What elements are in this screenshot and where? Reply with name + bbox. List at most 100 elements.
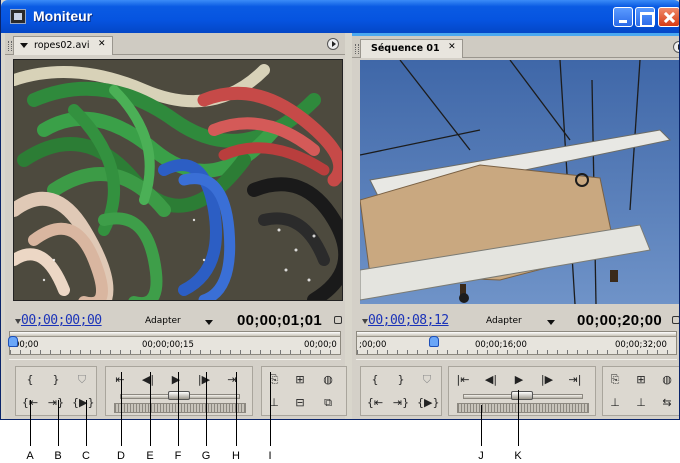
panel-menu-icon[interactable] xyxy=(327,38,339,50)
ruler-start-label: ;00;00 xyxy=(359,340,387,350)
loop-icon[interactable]: ⎘ xyxy=(605,371,625,389)
shuttle-knob[interactable] xyxy=(168,391,190,400)
ruler-end-label: 00;00;32;00 xyxy=(615,340,667,350)
program-playhead[interactable] xyxy=(429,336,439,347)
mark-in-icon[interactable]: { xyxy=(365,371,385,389)
program-duration: 00;00;20;00 xyxy=(577,312,663,329)
play-in-to-out-icon[interactable]: {▶} xyxy=(72,394,94,412)
program-fit-dropdown-icon[interactable] xyxy=(547,320,555,325)
source-fit-label[interactable]: Adapter xyxy=(145,316,181,326)
jog-wheel[interactable] xyxy=(114,403,246,413)
play-icon[interactable]: ▶ xyxy=(166,371,186,389)
callout-line-f xyxy=(178,372,179,446)
go-to-out-point-icon[interactable]: ⇥} xyxy=(46,394,66,412)
source-duration: 00;00;01;01 xyxy=(237,312,323,329)
callout-line-i xyxy=(270,372,271,446)
callout-g: G xyxy=(201,450,211,462)
sailboat-image xyxy=(360,60,679,304)
title-bar[interactable]: Moniteur xyxy=(1,0,679,33)
program-current-timecode[interactable]: 00;00;08;12 xyxy=(362,313,449,328)
close-tab-icon[interactable]: ✕ xyxy=(98,39,106,49)
safe-margins-icon[interactable]: ⊞ xyxy=(290,371,310,389)
window-title: Moniteur xyxy=(33,8,93,24)
go-to-next-edit-icon[interactable]: ⇥| xyxy=(565,371,585,389)
source-fit-dropdown-icon[interactable] xyxy=(205,320,213,325)
zoom-bar[interactable] xyxy=(10,332,340,337)
program-tab[interactable]: Séquence 01 ✕ xyxy=(355,39,463,58)
program-fit-label[interactable]: Adapter xyxy=(486,316,522,326)
go-to-in-point-icon[interactable]: {⇤ xyxy=(365,394,385,412)
callout-a: A xyxy=(26,450,34,462)
program-monitor: Séquence 01 ✕ 00;00;08;12 Adapter 00;00;… xyxy=(352,33,679,419)
callout-h: H xyxy=(232,450,240,462)
mark-group: { } ⛉ {⇤ ⇥} {▶} xyxy=(15,366,97,416)
output-icon[interactable]: ◍ xyxy=(657,371,677,389)
ruler-mid-label: 00;00;00;15 xyxy=(142,340,194,350)
callout-line-a xyxy=(30,400,31,446)
ruler-ticks xyxy=(10,350,340,354)
callout-c: C xyxy=(82,450,90,462)
step-forward-icon[interactable]: |▶ xyxy=(537,371,557,389)
source-current-timecode[interactable]: 00;00;00;00 xyxy=(15,313,102,328)
safe-margins-icon[interactable]: ⊞ xyxy=(631,371,651,389)
mark-out-icon[interactable]: } xyxy=(46,371,66,389)
mark-out-icon[interactable]: } xyxy=(391,371,411,389)
shuttle-knob[interactable] xyxy=(511,391,533,400)
overlay-icon[interactable]: ⊟ xyxy=(290,394,310,412)
callout-e: E xyxy=(146,450,154,462)
film-icon xyxy=(10,9,26,24)
source-playhead[interactable] xyxy=(8,336,18,347)
go-to-previous-edit-icon[interactable]: |⇤ xyxy=(453,371,473,389)
lift-icon[interactable]: ⊥ xyxy=(605,394,625,412)
callout-j: J xyxy=(478,450,484,462)
callout-b: B xyxy=(54,450,62,462)
insert-icon[interactable]: ⊥ xyxy=(264,394,284,412)
mark-in-icon[interactable]: { xyxy=(20,371,40,389)
close-tab-icon[interactable]: ✕ xyxy=(448,42,456,52)
transport-group: |⇤ ◀| ▶ |▶ ⇥| xyxy=(448,366,596,416)
source-time-ruler[interactable]: 00;00 00;00;00;15 00;00;0 xyxy=(8,331,341,355)
callout-f: F xyxy=(174,450,182,462)
zoom-bar[interactable] xyxy=(357,332,676,337)
step-back-icon[interactable]: ◀| xyxy=(138,371,158,389)
grip-icon[interactable] xyxy=(355,44,359,54)
duration-toggle-icon[interactable] xyxy=(334,316,342,324)
source-monitor: ropes02.avi ✕ 00;00;00;00 Adapter 00;00;… xyxy=(5,33,347,419)
program-controls: { } ⛉ {⇤ ⇥} {▶} |⇤ ◀| ▶ |▶ ⇥| ⎘ ⊞ ◍ ⊥ ⊥ … xyxy=(356,359,679,417)
step-back-icon[interactable]: ◀| xyxy=(481,371,501,389)
close-button[interactable] xyxy=(658,7,679,27)
toggle-take-icon[interactable]: ⧉ xyxy=(318,394,338,412)
previous-marker-icon[interactable]: ⇤ xyxy=(110,371,130,389)
step-forward-icon[interactable]: |▶ xyxy=(194,371,214,389)
set-marker-icon[interactable]: ⛉ xyxy=(72,371,92,389)
trim-icon[interactable]: ⇆ xyxy=(657,394,677,412)
go-to-out-point-icon[interactable]: ⇥} xyxy=(391,394,411,412)
edit-group: ⎘ ⊞ ◍ ⊥ ⊥ ⇆ xyxy=(602,366,679,416)
maximize-button[interactable] xyxy=(635,7,655,27)
callout-line-e xyxy=(150,372,151,446)
program-video-frame xyxy=(360,60,679,304)
callout-line-j xyxy=(481,405,482,446)
callout-line-k xyxy=(518,390,519,446)
callout-line-g xyxy=(206,372,207,446)
next-marker-icon[interactable]: ⇥ xyxy=(222,371,242,389)
panel-menu-icon[interactable] xyxy=(673,41,679,53)
duration-toggle-icon[interactable] xyxy=(672,316,679,324)
program-time-ruler[interactable]: ;00;00 00;00;16;00 00;00;32;00 xyxy=(356,331,677,355)
source-video-frame xyxy=(13,59,343,301)
play-icon[interactable]: ▶ xyxy=(509,371,529,389)
dropdown-arrow-icon[interactable] xyxy=(20,43,28,48)
extract-icon[interactable]: ⊥ xyxy=(631,394,651,412)
output-icon[interactable]: ◍ xyxy=(318,371,338,389)
loop-icon[interactable]: ⎘ xyxy=(264,371,284,389)
source-tab[interactable]: ropes02.avi ✕ xyxy=(8,36,113,55)
grip-icon[interactable] xyxy=(8,41,12,51)
ruler-ticks xyxy=(357,350,676,354)
minimize-button[interactable] xyxy=(613,7,633,27)
set-marker-icon[interactable]: ⛉ xyxy=(417,371,437,389)
play-in-to-out-icon[interactable]: {▶} xyxy=(417,394,439,412)
callout-d: D xyxy=(117,450,125,462)
program-tab-label: Séquence 01 xyxy=(371,43,440,54)
transport-group: ⇤ ◀| ▶ |▶ ⇥ xyxy=(105,366,253,416)
jog-wheel[interactable] xyxy=(457,403,589,413)
